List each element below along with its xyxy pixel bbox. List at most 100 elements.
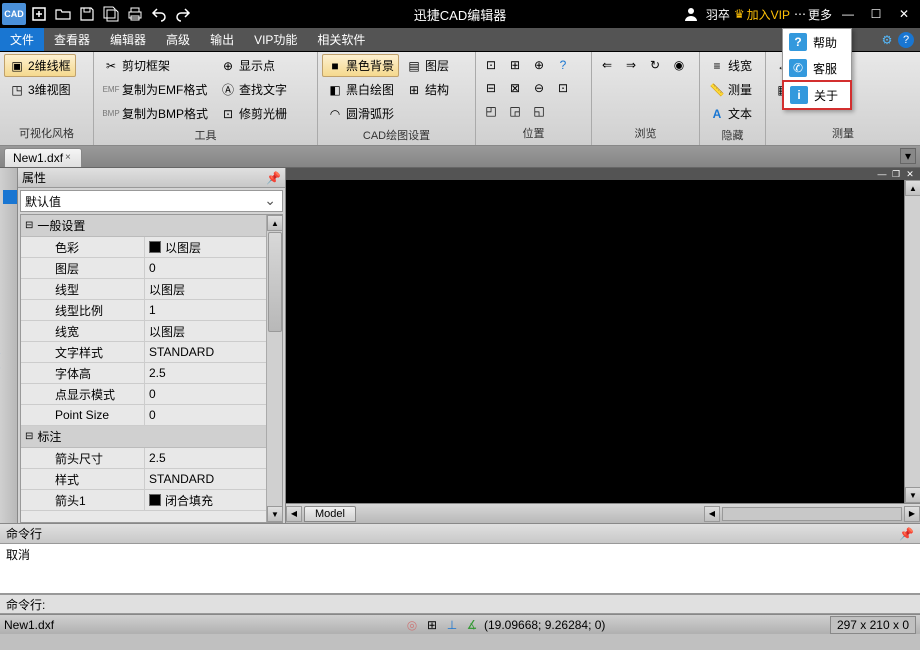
redo-icon[interactable] — [172, 3, 194, 25]
dropdown-service[interactable]: ✆ 客服 — [783, 55, 851, 81]
hscroll-left[interactable]: ◀ — [286, 506, 302, 522]
property-row[interactable]: 箭头尺寸2.5 — [21, 448, 282, 469]
status-ortho-icon[interactable]: ⊥ — [444, 617, 460, 633]
find-text-button[interactable]: Ⓐ查找文字 — [215, 78, 292, 101]
status-snap-icon[interactable]: ◎ — [404, 617, 420, 633]
dropdown-help[interactable]: ? 帮助 — [783, 29, 851, 55]
help-icon[interactable]: ? — [898, 32, 914, 48]
menu-viewer[interactable]: 查看器 — [44, 28, 100, 51]
nav-left-icon[interactable]: ⇐ — [596, 54, 618, 76]
property-row[interactable]: 字体高2.5 — [21, 363, 282, 384]
pos-icon-8[interactable]: ⊡ — [552, 77, 574, 99]
model-tab[interactable]: Model — [304, 506, 356, 522]
close-button[interactable]: ✕ — [892, 3, 916, 25]
property-value[interactable]: 以图层 — [145, 279, 282, 299]
pos-icon-11[interactable]: ◱ — [528, 100, 550, 122]
scroll-down-button[interactable]: ▼ — [267, 506, 283, 522]
tabstrip-dropdown[interactable]: ▾ — [900, 148, 916, 164]
open-file-icon[interactable] — [52, 3, 74, 25]
hscroll-right[interactable]: ▶ — [904, 506, 920, 522]
property-row[interactable]: 线型比例1 — [21, 300, 282, 321]
copy-emf-button[interactable]: EMF复制为EMF格式 — [98, 78, 213, 101]
drawing-canvas[interactable] — [286, 180, 904, 503]
vip-button[interactable]: ♛ 加入VIP — [734, 6, 790, 23]
property-row[interactable]: 箭头1闭合填充 — [21, 490, 282, 511]
linewidth-button[interactable]: ≡线宽 — [704, 54, 757, 77]
new-file-icon[interactable] — [28, 3, 50, 25]
property-value[interactable]: 2.5 — [145, 363, 282, 383]
settings-icon[interactable]: ⚙ — [878, 31, 896, 49]
section-general[interactable]: 一般设置 — [21, 215, 282, 237]
nav-right-icon[interactable]: ⇒ — [620, 54, 642, 76]
vscroll-down[interactable]: ▼ — [905, 487, 920, 503]
3d-view-button[interactable]: ◳3维视图 — [4, 78, 76, 101]
property-value[interactable]: 以图层 — [145, 237, 282, 257]
status-grid-icon[interactable]: ⊞ — [424, 617, 440, 633]
canvas-close-icon[interactable]: ✕ — [904, 169, 916, 179]
menu-advanced[interactable]: 高级 — [156, 28, 200, 51]
layers-button[interactable]: ▤图层 — [401, 54, 454, 77]
save-all-icon[interactable] — [100, 3, 122, 25]
property-value[interactable]: 0 — [145, 405, 282, 425]
property-row[interactable]: 线型以图层 — [21, 279, 282, 300]
hscroll-left2[interactable]: ◀ — [704, 506, 720, 522]
sidebar-tab[interactable]: 按键杆 — [0, 168, 18, 523]
zoom-out-icon[interactable]: ⊖ — [528, 77, 550, 99]
section-dimension[interactable]: 标注 — [21, 426, 282, 448]
property-value[interactable]: 1 — [145, 300, 282, 320]
commandline-pin-icon[interactable]: 📌 — [899, 527, 914, 541]
maximize-button[interactable]: ☐ — [864, 3, 888, 25]
vscroll-up[interactable]: ▲ — [905, 180, 920, 196]
print-icon[interactable] — [124, 3, 146, 25]
copy-bmp-button[interactable]: BMP复制为BMP格式 — [98, 102, 213, 125]
file-tab-close[interactable]: × — [65, 152, 77, 164]
dropdown-about[interactable]: i 关于 — [782, 80, 852, 110]
pos-icon-9[interactable]: ◰ — [480, 100, 502, 122]
undo-icon[interactable] — [148, 3, 170, 25]
show-points-button[interactable]: ⊕显示点 — [215, 54, 292, 77]
file-tab[interactable]: New1.dxf × — [4, 148, 82, 167]
pos-icon-6[interactable]: ⊠ — [504, 77, 526, 99]
menu-file[interactable]: 文件 — [0, 28, 44, 51]
menu-related[interactable]: 相关软件 — [307, 28, 375, 51]
zoom-extents-icon[interactable]: ⊡ — [480, 54, 502, 76]
zoom-help-icon[interactable]: ? — [552, 54, 574, 76]
bw-draw-button[interactable]: ◧黑白绘图 — [322, 78, 399, 101]
canvas-min-icon[interactable]: — — [876, 169, 888, 179]
menu-vip[interactable]: VIP功能 — [244, 28, 307, 51]
zoom-in-icon[interactable]: ⊕ — [528, 54, 550, 76]
pin-icon[interactable]: 📌 — [266, 171, 281, 185]
menu-output[interactable]: 输出 — [200, 28, 244, 51]
property-row[interactable]: 图层0 — [21, 258, 282, 279]
globe-icon[interactable]: ◉ — [668, 54, 690, 76]
menu-editor[interactable]: 编辑器 — [100, 28, 156, 51]
property-row[interactable]: 文字样式STANDARD — [21, 342, 282, 363]
scroll-up-button[interactable]: ▲ — [267, 215, 283, 231]
hscroll-track[interactable] — [722, 507, 902, 521]
minimize-button[interactable]: ― — [836, 3, 860, 25]
properties-selector[interactable]: 默认值 — [20, 190, 283, 212]
app-logo[interactable]: CAD — [2, 3, 26, 25]
clip-frame-button[interactable]: ✂剪切框架 — [98, 54, 213, 77]
status-polar-icon[interactable]: ∡ — [464, 617, 480, 633]
property-row[interactable]: 线宽以图层 — [21, 321, 282, 342]
structure-button[interactable]: ⊞结构 — [401, 78, 454, 101]
scroll-thumb[interactable] — [268, 232, 282, 332]
property-value[interactable]: 0 — [145, 258, 282, 278]
2d-wireframe-button[interactable]: ▣2维线框 — [4, 54, 76, 77]
property-value[interactable]: STANDARD — [145, 342, 282, 362]
pos-icon-10[interactable]: ◲ — [504, 100, 526, 122]
rotate-icon[interactable]: ↻ — [644, 54, 666, 76]
property-row[interactable]: 样式STANDARD — [21, 469, 282, 490]
commandline-input[interactable]: 命令行: — [0, 594, 920, 614]
smooth-arc-button[interactable]: ◠圆滑弧形 — [322, 102, 399, 125]
text-button[interactable]: A文本 — [704, 102, 757, 125]
property-row[interactable]: Point Size0 — [21, 405, 282, 426]
canvas-restore-icon[interactable]: ❐ — [890, 169, 902, 179]
pos-icon-5[interactable]: ⊟ — [480, 77, 502, 99]
zoom-window-icon[interactable]: ⊞ — [504, 54, 526, 76]
property-value[interactable]: 闭合填充 — [145, 490, 282, 510]
black-bg-button[interactable]: ■黑色背景 — [322, 54, 399, 77]
property-value[interactable]: 0 — [145, 384, 282, 404]
property-value[interactable]: 2.5 — [145, 448, 282, 468]
